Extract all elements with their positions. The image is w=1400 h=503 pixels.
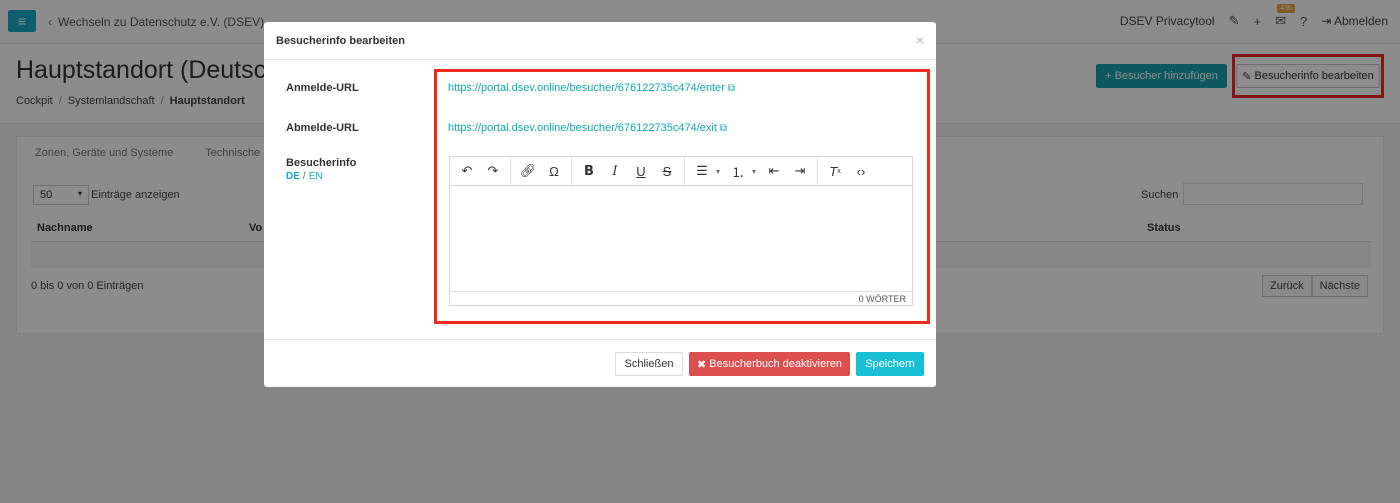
underline-icon[interactable]: U	[630, 160, 652, 182]
modal-footer: Schließen ✖ Besucherbuch deaktivieren Sp…	[264, 339, 936, 387]
strikethrough-icon[interactable]: S	[656, 160, 678, 182]
logout-url-link[interactable]: https://portal.dsev.online/besucher/6761…	[448, 122, 727, 134]
bold-icon[interactable]: B	[578, 160, 600, 182]
source-code-icon[interactable]: ‹›	[850, 160, 872, 182]
close-icon: ✖	[697, 358, 710, 371]
close-button[interactable]: Schließen	[615, 352, 683, 376]
indent-icon[interactable]: ⇥	[789, 160, 811, 182]
rich-text-editor: ↶ ↷ 🔗︎ Ω B I U S ☰ ▾ ⒈ ▾ ⇤ ⇥ Tx ‹› 0 WÖR…	[449, 156, 913, 306]
save-button[interactable]: Speichern	[856, 352, 924, 376]
undo-icon[interactable]: ↶	[456, 160, 478, 182]
word-count: 0 WÖRTER	[450, 291, 912, 306]
redo-icon[interactable]: ↷	[482, 160, 504, 182]
italic-icon[interactable]: I	[604, 160, 626, 182]
editor-content-area[interactable]	[450, 187, 912, 291]
edit-visitor-info-modal: Besucherinfo bearbeiten × Anmelde-URL ht…	[264, 22, 936, 387]
external-link-icon: ⧉	[727, 83, 735, 94]
chevron-down-icon[interactable]: ▾	[749, 160, 759, 182]
bullet-list-icon[interactable]: ☰	[691, 160, 713, 182]
visitor-info-label: Besucherinfo	[286, 157, 357, 169]
deactivate-visitor-book-button[interactable]: ✖ Besucherbuch deaktivieren	[689, 352, 850, 376]
special-char-icon[interactable]: Ω	[543, 160, 565, 182]
logout-url-label: Abmelde-URL	[286, 122, 359, 134]
login-url-label: Anmelde-URL	[286, 82, 359, 94]
modal-header: Besucherinfo bearbeiten ×	[264, 22, 936, 60]
close-icon[interactable]: ×	[916, 32, 924, 48]
external-link-icon: ⧉	[719, 123, 728, 134]
language-switch: DE / EN	[286, 171, 323, 182]
numbered-list-icon[interactable]: ⒈	[727, 160, 749, 182]
chevron-down-icon[interactable]: ▾	[713, 160, 723, 182]
lang-de[interactable]: DE	[286, 171, 300, 182]
lang-en[interactable]: EN	[309, 171, 323, 182]
clear-format-icon[interactable]: Tx	[824, 160, 846, 182]
link-icon[interactable]: 🔗︎	[517, 160, 539, 182]
modal-title: Besucherinfo bearbeiten	[276, 35, 405, 47]
login-url-link[interactable]: https://portal.dsev.online/besucher/6761…	[448, 82, 735, 94]
outdent-icon[interactable]: ⇤	[763, 160, 785, 182]
editor-toolbar: ↶ ↷ 🔗︎ Ω B I U S ☰ ▾ ⒈ ▾ ⇤ ⇥ Tx ‹›	[450, 156, 912, 186]
